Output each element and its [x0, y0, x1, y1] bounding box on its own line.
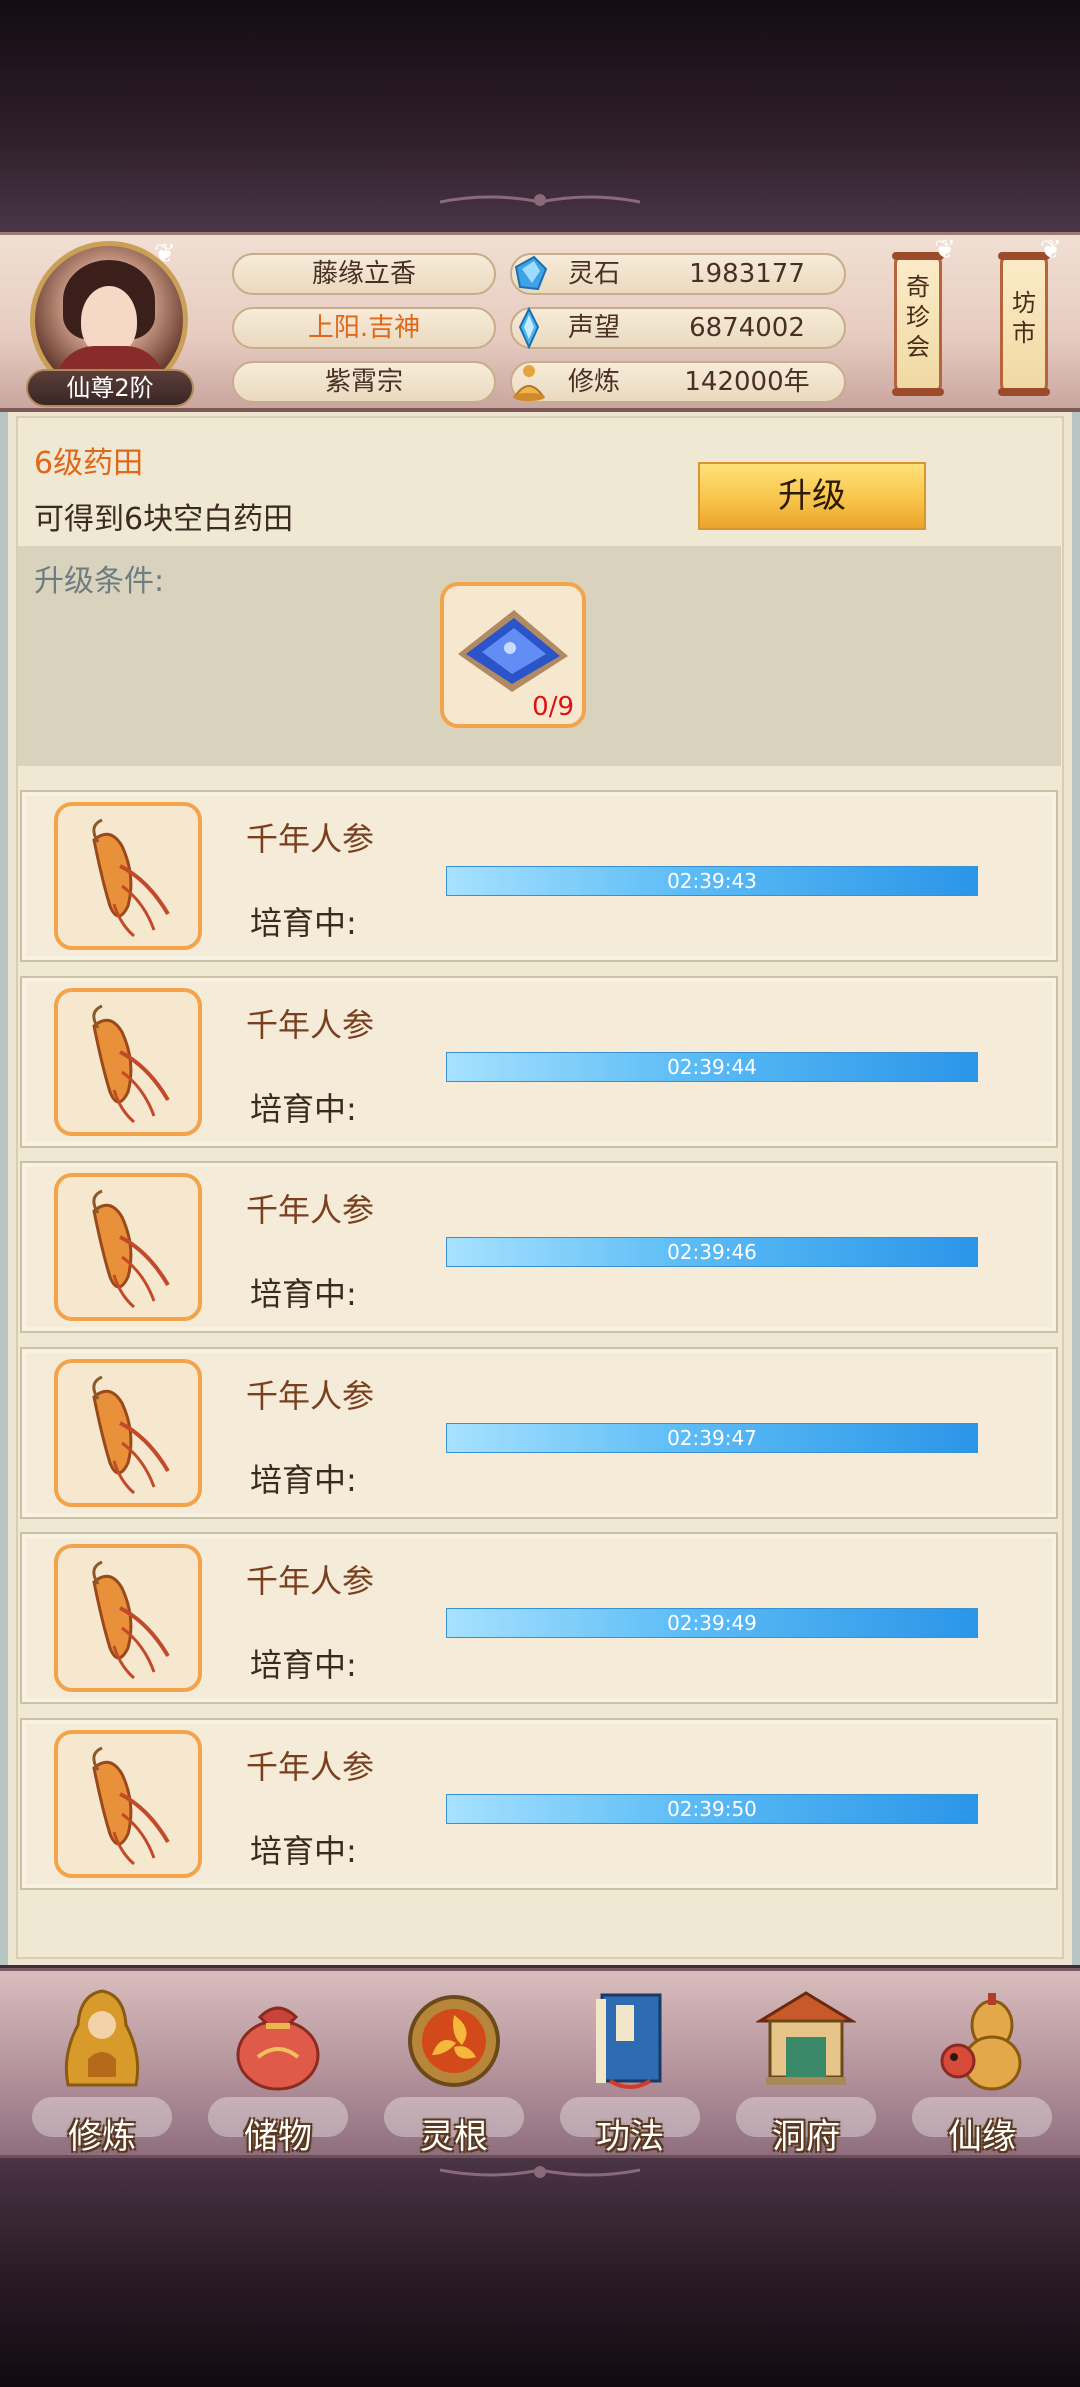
growth-timer-bar: 02:39:46 — [446, 1237, 978, 1267]
growth-timer: 02:39:50 — [667, 1796, 757, 1821]
nav-immortal-fate[interactable]: 仙缘 — [902, 1979, 1062, 2157]
herb-status: 培育中: — [250, 1646, 357, 1684]
meditation-icon — [513, 365, 545, 401]
bottom-nav: 修炼 储物 灵根 功法 洞府 仙缘 — [0, 1968, 1080, 2158]
player-title: 上阳.吉神 — [232, 307, 496, 349]
ginseng-icon — [92, 1746, 170, 1865]
nav-spirit-root[interactable]: 灵根 — [374, 1979, 534, 2157]
herb-slot[interactable] — [54, 1729, 202, 1878]
condition-label: 升级条件: — [34, 564, 165, 599]
resource-value: 6874002 — [689, 313, 805, 343]
herb-slot[interactable] — [54, 1544, 202, 1692]
ginseng-icon — [92, 1004, 170, 1123]
spirit-root-icon — [408, 1995, 500, 2087]
field-description: 可得到6块空白药田 — [34, 502, 294, 537]
ginseng-icon — [92, 818, 170, 938]
growth-timer-bar: 02:39:44 — [446, 1051, 978, 1082]
item-count: 0/9 — [532, 692, 574, 722]
upgrade-conditions: 升级条件: 0/9 — [18, 546, 1061, 766]
herb-name: 千年人参 — [246, 1376, 375, 1415]
resource-value: 142000年 — [684, 367, 810, 397]
growth-timer: 02:39:47 — [667, 1425, 757, 1450]
nav-technique[interactable]: 功法 — [550, 1979, 710, 2157]
cultivation-monk-icon — [64, 1989, 140, 2087]
herb-card[interactable]: 千年人参培育中: 02:39:47 — [20, 1346, 1058, 1519]
herb-status: 培育中: — [250, 904, 357, 942]
growth-timer-bar: 02:39:49 — [446, 1608, 978, 1638]
herb-status: 培育中: — [250, 1089, 357, 1128]
herb-slot[interactable] — [54, 802, 202, 950]
herb-card[interactable]: 千年人参培育中: 02:39:44 — [20, 975, 1058, 1148]
ginseng-icon — [92, 1560, 170, 1680]
prestige-crystal-icon — [518, 307, 540, 349]
cave-mansion-icon — [756, 1991, 856, 2085]
required-item-slot[interactable]: 0/9 — [440, 582, 586, 728]
rank-badge: 仙尊2阶 — [26, 369, 194, 407]
bottom-background — [0, 2158, 1080, 2387]
resource-cultivation: 修炼 142000年 — [510, 361, 846, 403]
herb-name: 千年人参 — [246, 1005, 375, 1044]
herb-name: 千年人参 — [246, 1191, 375, 1229]
resource-spirit-stone: 灵石 1983177 — [510, 253, 846, 295]
herb-card[interactable]: 千年人参培育中: 02:39:49 — [20, 1532, 1058, 1704]
player-name: 藤缘立香 — [232, 253, 496, 295]
field-level-title: 6级药田 — [34, 446, 144, 481]
player-sect: 紫霄宗 — [232, 361, 496, 403]
spirit-cloth-icon — [458, 610, 568, 692]
ornament-icon — [440, 2166, 640, 2178]
immortal-fate-icon — [940, 1993, 1022, 2091]
growth-timer: 02:39:46 — [667, 1240, 757, 1264]
butterfly-icon: ❦ — [1040, 235, 1062, 265]
nav-storage[interactable]: 储物 — [198, 1979, 358, 2157]
herb-status: 培育中: — [250, 1460, 357, 1499]
market-button[interactable]: 坊 市 — [998, 252, 1050, 396]
resource-label: 修炼 — [568, 367, 621, 397]
ginseng-icon — [92, 1189, 170, 1309]
growth-timer: 02:39:43 — [667, 869, 757, 893]
herb-slot[interactable] — [54, 987, 202, 1136]
herb-name: 千年人参 — [246, 1562, 375, 1600]
herb-name: 千年人参 — [246, 820, 375, 858]
herb-name: 千年人参 — [246, 1747, 375, 1786]
butterfly-icon: ❦ — [934, 235, 956, 265]
herb-card[interactable]: 千年人参培育中: 02:39:43 — [20, 790, 1058, 962]
ginseng-icon — [92, 1375, 170, 1494]
storage-bag-icon — [236, 2006, 320, 2091]
herb-status: 培育中: — [250, 1831, 357, 1870]
resource-label: 灵石 — [568, 259, 621, 289]
resource-label: 声望 — [568, 313, 621, 343]
technique-book-icon — [596, 1993, 662, 2089]
herb-status: 培育中: — [250, 1275, 357, 1313]
butterfly-icon: ❦ — [154, 239, 176, 269]
growth-timer-bar: 02:39:50 — [446, 1793, 978, 1824]
resource-value: 1983177 — [689, 259, 805, 289]
herb-card[interactable]: 千年人参培育中: 02:39:46 — [20, 1161, 1058, 1333]
herb-slot[interactable] — [54, 1173, 202, 1321]
nav-cave-mansion[interactable]: 洞府 — [726, 1979, 886, 2157]
treasure-auction-button[interactable]: 奇 珍 会 — [892, 252, 944, 396]
upgrade-button[interactable]: 升级 — [698, 462, 926, 530]
nav-cultivation[interactable]: 修炼 — [22, 1979, 182, 2157]
resource-prestige: 声望 6874002 — [510, 307, 846, 349]
growth-timer-bar: 02:39:43 — [446, 866, 978, 896]
top-background — [0, 0, 1080, 232]
growth-timer: 02:39:44 — [667, 1054, 757, 1079]
ornament-icon — [440, 194, 640, 206]
herb-slot[interactable] — [54, 1358, 202, 1507]
growth-timer-bar: 02:39:47 — [446, 1422, 978, 1453]
growth-timer: 02:39:49 — [667, 1611, 757, 1635]
spirit-stone-icon — [514, 255, 548, 291]
player-header: ❦ 仙尊2阶 藤缘立香 上阳.吉神 紫霄宗 灵石 1983177 声望 6874… — [0, 232, 1080, 503]
herb-card[interactable]: 千年人参培育中: 02:39:50 — [20, 1717, 1058, 1890]
